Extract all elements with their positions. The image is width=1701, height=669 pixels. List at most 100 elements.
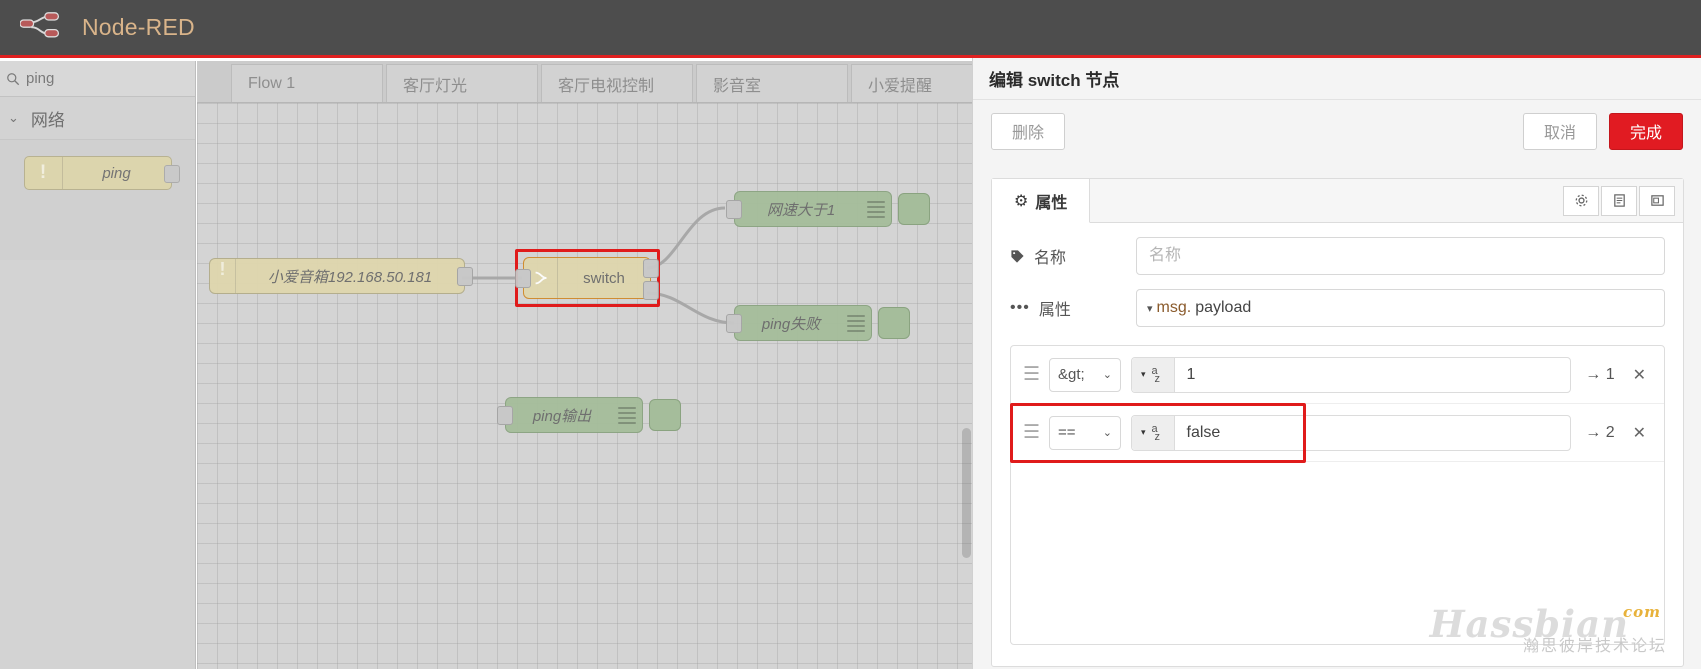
field-label-property: ••• 属性 (1010, 296, 1136, 320)
rule-value-field-2[interactable]: ▾ az false (1131, 414, 1572, 451)
rule-output-label-2: → 2 (1585, 423, 1615, 441)
tab-properties-label: 属性 (1035, 194, 1068, 212)
palette-node-ping[interactable]: ! ping (23, 156, 180, 190)
rule-operator-value: &gt; (1058, 366, 1085, 383)
flow-tab-2[interactable]: 客厅电视控制 (541, 64, 693, 102)
node-lines-icon (618, 406, 642, 424)
switch-rules-list: ☰ &gt; ⌄ ▾ az 1 → 1 ✕ ☰ == ⌄ ▾ a z false… (1010, 345, 1665, 645)
rule-value-type-toggle-2[interactable]: ▾ az (1132, 415, 1175, 450)
flow-tab-1[interactable]: 客厅灯光 (386, 64, 538, 102)
property-msg-prefix: msg. (1156, 299, 1192, 316)
switch-rule-row-1[interactable]: ☰ &gt; ⌄ ▾ az 1 → 1 ✕ (1011, 346, 1664, 404)
palette-node-label: ping (102, 164, 131, 182)
forum-watermark: Hassbiancom 瀚思彼岸技术论坛 (1430, 602, 1667, 656)
workspace: Flow 1 客厅灯光 客厅电视控制 影音室 小爱提醒 ! 小爱音箱192.16… (197, 61, 972, 669)
rule-value-field-1[interactable]: ▾ az 1 (1131, 356, 1572, 393)
chevron-down-icon: ⌄ (8, 110, 19, 125)
app-header: Node-RED (0, 0, 1701, 58)
flow-tab-label: 客厅电视控制 (558, 77, 655, 95)
flow-node-xiaoai-speaker[interactable]: ! 小爱音箱192.168.50.181 (209, 258, 473, 294)
flow-node-label: 小爱音箱192.168.50.181 (267, 268, 433, 286)
flow-node-ping-output[interactable]: ping输出 (497, 397, 643, 433)
gear-icon: ⚙ (1014, 192, 1029, 210)
field-label-name: 名称 (1010, 244, 1136, 268)
flow-node-attachment-3[interactable] (649, 399, 681, 431)
gear-icon-button[interactable] (1563, 185, 1599, 216)
node-output-port-1[interactable] (643, 259, 659, 278)
flow-node-attachment-2[interactable] (878, 307, 910, 339)
tag-icon (1011, 249, 1024, 263)
flow-node-label: switch (583, 269, 625, 287)
node-red-app: Node-RED × ⌄ 网络 ! ping Flow 1 (0, 0, 1701, 669)
flow-tab-label: 客厅灯光 (403, 77, 468, 95)
description-icon-button[interactable] (1601, 185, 1637, 216)
dialog-body: ⚙ 属性 名称 名称 ••• 属性 ▾ msg. payload ☰ &gt; … (991, 178, 1684, 667)
node-output-port[interactable] (163, 165, 180, 183)
flow-node-speed-gt-1[interactable]: 网速大于1 (726, 191, 892, 227)
flow-wires (462, 206, 735, 325)
search-icon (7, 72, 20, 85)
rule-operator-value: == (1058, 424, 1076, 441)
flow-tab-label: 影音室 (713, 77, 762, 95)
rule-delete-button-1[interactable]: ✕ (1627, 364, 1652, 386)
dialog-action-bar: 删除 取消 完成 (973, 100, 1701, 162)
flow-tab-3[interactable]: 影音室 (696, 64, 848, 102)
flow-node-label: ping输出 (532, 407, 592, 425)
node-output-port[interactable] (457, 267, 473, 286)
edit-node-dialog: 编辑 switch 节点 删除 取消 完成 ⚙ 属性 名称 名称 ••• 属性 … (972, 58, 1701, 669)
palette-category-网络[interactable]: ⌄ 网络 (0, 97, 195, 140)
cancel-button[interactable]: 取消 (1523, 112, 1597, 150)
flow-tabbar: Flow 1 客厅灯光 客厅电视控制 影音室 小爱提醒 (197, 61, 972, 103)
rule-operator-select-2[interactable]: == ⌄ (1049, 415, 1121, 450)
rule-output-label-1: → 1 (1585, 365, 1615, 383)
flow-tab-4[interactable]: 小爱提醒 (851, 64, 972, 102)
palette-category-label: 网络 (30, 110, 65, 130)
node-warning-badge: ! (25, 157, 63, 189)
az-type-icon: az (1151, 422, 1161, 443)
flow-node-label: ping失败 (761, 315, 821, 333)
appearance-icon-button[interactable] (1639, 185, 1675, 216)
delete-button[interactable]: 删除 (991, 112, 1065, 150)
node-input-port[interactable] (497, 406, 513, 425)
chevron-down-icon: ▾ (1141, 369, 1146, 379)
palette-search-input[interactable] (20, 69, 227, 88)
field-row-name: 名称 (992, 223, 1683, 275)
rule-value-text-2: false (1186, 423, 1221, 441)
flow-tab-0[interactable]: Flow 1 (231, 64, 383, 102)
chevron-down-icon: ⌄ (1102, 427, 1112, 439)
rule-value-text-1: 1 (1186, 365, 1196, 383)
flow-canvas[interactable]: ! 小爱音箱192.168.50.181 switch 网速大于1 ping失败… (197, 103, 972, 669)
app-brand-title: Node-RED (82, 14, 195, 40)
node-input-port[interactable] (726, 200, 742, 219)
drag-handle-icon[interactable]: ☰ (1023, 421, 1049, 444)
ellipsis-icon: ••• (1010, 299, 1030, 316)
node-input-port[interactable] (515, 269, 531, 288)
flow-node-ping-failed[interactable]: ping失败 (726, 305, 872, 341)
rule-value-type-toggle-1[interactable]: ▾ az (1132, 357, 1175, 392)
field-row-property: ••• 属性 ▾ msg. payload (992, 275, 1683, 327)
node-red-logo-icon (20, 11, 60, 37)
property-path-value: payload (1195, 299, 1252, 316)
az-type-icon: az (1151, 364, 1161, 385)
field-label-name-text: 名称 (1034, 250, 1067, 267)
flow-node-label: 网速大于1 (766, 201, 836, 219)
field-label-property-text: 属性 (1038, 302, 1071, 319)
name-input[interactable] (1136, 237, 1665, 275)
drag-handle-icon[interactable]: ☰ (1023, 363, 1049, 386)
switch-rule-row-2[interactable]: ☰ == ⌄ ▾ az false → 2 ✕ (1011, 404, 1664, 462)
node-input-port[interactable] (726, 314, 742, 333)
palette-sidebar: × ⌄ 网络 ! ping (0, 61, 236, 669)
flow-tab-label: 小爱提醒 (868, 77, 933, 95)
canvas-scrollbar[interactable] (962, 103, 971, 669)
flow-node-switch[interactable]: switch (515, 257, 659, 300)
rule-operator-select-1[interactable]: &gt; ⌄ (1049, 357, 1121, 392)
done-button[interactable]: 完成 (1609, 112, 1683, 150)
rule-delete-button-2[interactable]: ✕ (1627, 422, 1652, 444)
chevron-down-icon: ⌄ (1102, 369, 1112, 381)
flow-node-attachment-1[interactable] (898, 193, 930, 225)
property-selector[interactable]: ▾ msg. payload (1136, 289, 1665, 327)
canvas-scrollbar-thumb[interactable] (962, 428, 971, 558)
tab-properties[interactable]: ⚙ 属性 (992, 179, 1091, 223)
node-output-port-2[interactable] (643, 281, 659, 300)
dialog-title: 编辑 switch 节点 (973, 58, 1701, 100)
